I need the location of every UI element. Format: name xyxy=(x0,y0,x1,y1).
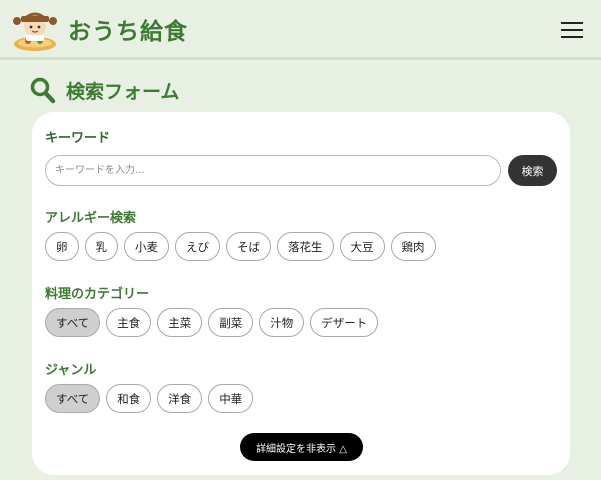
genre-chip-chinese[interactable]: 中華 xyxy=(208,384,254,413)
allergy-chip-buckwheat[interactable]: そば xyxy=(226,232,271,261)
allergy-chip-chicken[interactable]: 鶏肉 xyxy=(390,232,436,261)
search-icon xyxy=(30,77,56,104)
app-header: おうち給食 xyxy=(0,0,601,60)
allergy-chip-shrimp[interactable]: えび xyxy=(175,232,220,261)
section-title: 検索フォーム xyxy=(66,80,180,103)
genre-chip-all[interactable]: すべて xyxy=(45,384,101,413)
category-label: 料理のカテゴリー xyxy=(45,287,150,302)
category-chip-dessert[interactable]: デザート xyxy=(310,308,379,337)
allergy-chip-soybean[interactable]: 大豆 xyxy=(339,232,385,261)
allergy-chip-milk[interactable]: 乳 xyxy=(84,232,118,261)
category-chip-side-dish[interactable]: 副菜 xyxy=(208,308,254,337)
allergy-chip-egg[interactable]: 卵 xyxy=(45,232,79,261)
category-chip-row: すべて 主食 主菜 副菜 汁物 デザート xyxy=(45,308,384,337)
keyword-label: キーワード xyxy=(45,131,111,146)
category-chip-soup[interactable]: 汁物 xyxy=(259,308,305,337)
search-button[interactable]: 検索 xyxy=(508,155,557,186)
section-heading: 検索フォーム xyxy=(30,76,179,104)
toggle-details-button[interactable]: 詳細設定を非表示 △ xyxy=(240,433,363,461)
allergy-label: アレルギー検索 xyxy=(45,211,137,226)
genre-chip-western[interactable]: 洋食 xyxy=(157,384,203,413)
genre-label: ジャンル xyxy=(45,363,97,378)
allergy-chip-row: 卵 乳 小麦 えび そば 落花生 大豆 鶏肉 xyxy=(45,232,442,261)
category-chip-staple[interactable]: 主食 xyxy=(106,308,152,337)
allergy-chip-wheat[interactable]: 小麦 xyxy=(124,232,169,261)
genre-chip-japanese[interactable]: 和食 xyxy=(106,384,152,413)
category-chip-all[interactable]: すべて xyxy=(45,308,101,337)
search-form-card: キーワード 検索 アレルギー検索 卵 乳 小麦 えび そば 落花生 大豆 鶏肉 … xyxy=(32,112,570,475)
allergy-chip-peanut[interactable]: 落花生 xyxy=(277,232,334,261)
genre-chip-row: すべて 和食 洋食 中華 xyxy=(45,384,259,413)
mascot-logo-icon xyxy=(13,12,57,51)
category-chip-main-dish[interactable]: 主菜 xyxy=(157,308,203,337)
keyword-input[interactable] xyxy=(45,155,501,186)
app-title[interactable]: おうち給食 xyxy=(68,12,188,46)
hamburger-menu-icon[interactable] xyxy=(561,19,585,41)
